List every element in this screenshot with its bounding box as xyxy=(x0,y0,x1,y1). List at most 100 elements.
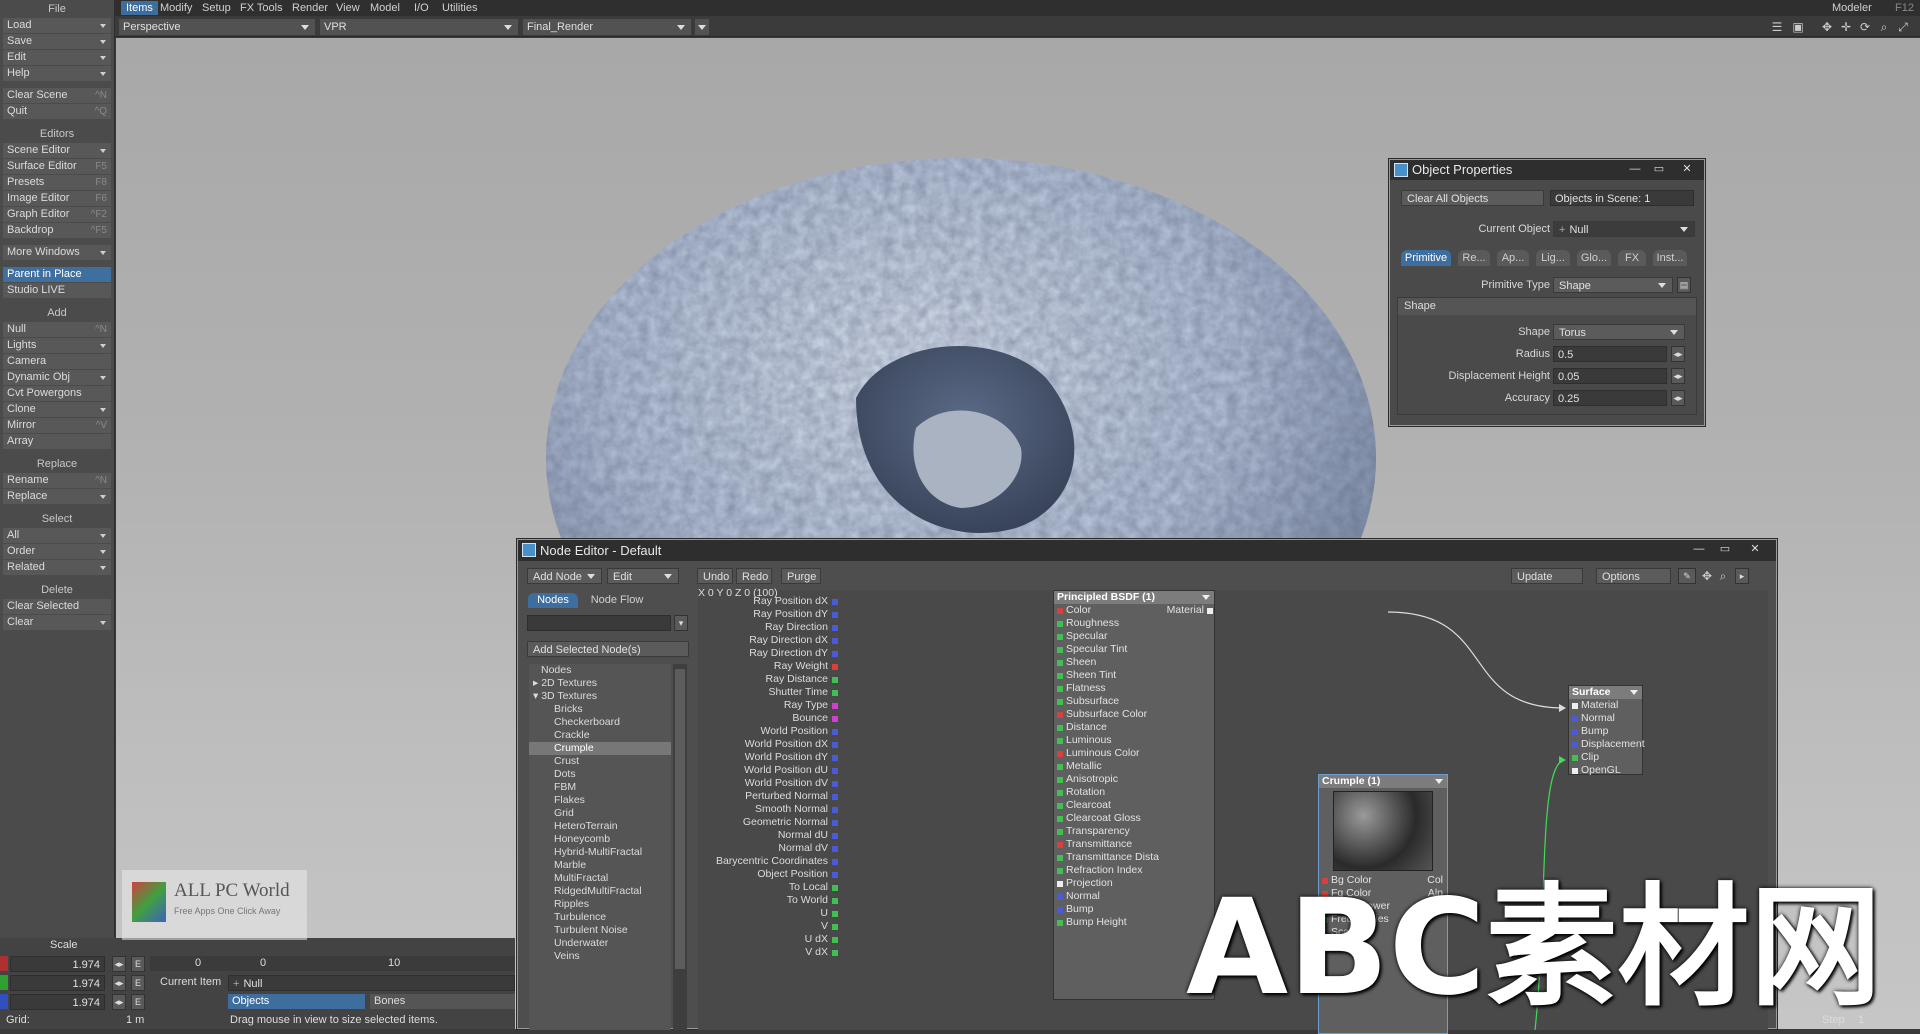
tab-node-flow[interactable]: Node Flow xyxy=(582,593,652,608)
add-node-button[interactable]: Add Node xyxy=(527,568,602,584)
accuracy-stepper[interactable]: ◂▸ xyxy=(1671,390,1685,406)
displacement-height-input[interactable]: 0.05 xyxy=(1553,368,1667,384)
sidebar-add-mirror-button[interactable]: Mirror ^V xyxy=(3,418,111,433)
tree-item[interactable]: FBM xyxy=(529,781,671,794)
sidebar-scene-clear-scene-button[interactable]: Clear Scene ^N xyxy=(3,88,111,103)
bsdf-input-row[interactable]: Subsurface xyxy=(1054,695,1214,708)
rotate-icon[interactable]: ⟳ xyxy=(1858,20,1872,34)
view-options-dropdown[interactable] xyxy=(695,19,709,35)
tab-primitive-properties[interactable]: Primitive xyxy=(1401,250,1451,266)
restore-icon[interactable]: ▭ xyxy=(1716,542,1734,556)
port-connector[interactable] xyxy=(1057,699,1063,705)
minimize-icon[interactable]: — xyxy=(1690,542,1708,556)
scale-x-input[interactable]: 1.974 xyxy=(10,956,105,972)
sidebar-delete-clear-button[interactable]: Clear xyxy=(3,615,111,630)
sidebar-add-cvt-powergons-button[interactable]: Cvt Powergons xyxy=(3,386,111,401)
object-properties-titlebar[interactable]: Object Properties — ▭ ✕ xyxy=(1390,160,1704,180)
port-connector[interactable] xyxy=(1572,742,1578,748)
tree-item[interactable]: Turbulence xyxy=(529,911,671,924)
tree-item[interactable]: Ripples xyxy=(529,898,671,911)
envelope-y-button[interactable]: E xyxy=(131,975,145,991)
redo-button[interactable]: Redo xyxy=(736,568,772,584)
displacement-height-stepper[interactable]: ◂▸ xyxy=(1671,368,1685,384)
sidebar-delete-clear-selected-button[interactable]: Clear Selected xyxy=(3,599,111,614)
tree-group[interactable]: ▾ 3D Textures xyxy=(529,690,671,703)
tree-item[interactable]: Hybrid-MultiFractal xyxy=(529,846,671,859)
tab-i-o[interactable]: I/O xyxy=(409,1,434,15)
sidebar-editors-presets-button[interactable]: Presets F8 xyxy=(3,175,111,190)
sidebar-add-clone-button[interactable]: Clone xyxy=(3,402,111,417)
tab-nodes[interactable]: Nodes xyxy=(528,593,578,608)
scale-y-input[interactable]: 1.974 xyxy=(10,975,105,991)
tab-items[interactable]: Items xyxy=(121,1,158,15)
radius-stepper[interactable]: ◂▸ xyxy=(1671,346,1685,362)
edit-menu-button[interactable]: Edit xyxy=(607,568,679,584)
tree-item[interactable]: RidgedMultiFractal xyxy=(529,885,671,898)
sidebar-select-related-button[interactable]: Related xyxy=(3,560,111,575)
shape-select[interactable]: Torus xyxy=(1553,324,1685,340)
port-connector[interactable] xyxy=(1057,855,1063,861)
scale-x-stepper[interactable]: ◂▸ xyxy=(112,956,126,972)
sidebar-select-all-button[interactable]: All xyxy=(3,528,111,543)
primitive-type-select[interactable]: Shape xyxy=(1553,277,1673,293)
sidebar-parent-studio-live-button[interactable]: Studio LIVE xyxy=(3,283,111,298)
tab-lig-properties[interactable]: Lig... xyxy=(1536,250,1570,266)
port-connector[interactable] xyxy=(1057,790,1063,796)
sidebar-file-edit-button[interactable]: Edit xyxy=(3,50,111,65)
sidebar-editors-scene-editor-button[interactable]: Scene Editor xyxy=(3,143,111,158)
sidebar-add-dynamic-obj-button[interactable]: Dynamic Obj xyxy=(3,370,111,385)
surface-input-row[interactable]: Material xyxy=(1569,699,1642,712)
port-connector[interactable] xyxy=(1057,777,1063,783)
pan-icon[interactable]: ✛ xyxy=(1839,20,1853,34)
tab-utilities[interactable]: Utilities xyxy=(437,1,482,15)
bsdf-input-row[interactable]: Flatness xyxy=(1054,682,1214,695)
tree-item[interactable]: Crackle xyxy=(529,729,671,742)
node-search-input[interactable] xyxy=(527,615,671,631)
envelope-x-button[interactable]: E xyxy=(131,956,145,972)
port-connector[interactable] xyxy=(1057,842,1063,848)
bones-mode-button[interactable]: Bones xyxy=(370,994,515,1009)
port-connector[interactable] xyxy=(1057,712,1063,718)
sidebar-file-help-button[interactable]: Help xyxy=(3,66,111,81)
bsdf-input-row[interactable]: Transmittance xyxy=(1054,838,1214,851)
tree-item[interactable]: Checkerboard xyxy=(529,716,671,729)
tab-fx-tools[interactable]: FX Tools xyxy=(235,1,288,15)
bsdf-input-row[interactable]: Anisotropic xyxy=(1054,773,1214,786)
minimize-icon[interactable]: — xyxy=(1626,162,1644,176)
port-connector[interactable] xyxy=(1057,829,1063,835)
close-icon[interactable]: ✕ xyxy=(1746,542,1764,556)
bsdf-input-row[interactable]: Sheen Tint xyxy=(1054,669,1214,682)
node-editor-titlebar[interactable]: Node Editor - Default — ▭ ✕ xyxy=(518,540,1776,561)
sidebar-add-camera-button[interactable]: Camera xyxy=(3,354,111,369)
tree-group[interactable]: ▸ 2D Textures xyxy=(529,677,671,690)
surface-node[interactable]: Surface Material Normal Bump Displacement Cl… xyxy=(1568,685,1645,776)
update-button[interactable]: Update xyxy=(1511,568,1583,584)
close-icon[interactable]: ✕ xyxy=(1678,162,1696,176)
bsdf-input-row[interactable]: Metallic xyxy=(1054,760,1214,773)
bsdf-input-row[interactable]: Transparency xyxy=(1054,825,1214,838)
port-connector[interactable] xyxy=(1057,868,1063,874)
options-button[interactable]: Options xyxy=(1596,568,1671,584)
surface-node-header[interactable]: Surface xyxy=(1569,686,1642,699)
current-item-select[interactable]: + Null xyxy=(228,975,515,991)
surface-input-row[interactable]: Bump xyxy=(1569,725,1642,738)
tree-item[interactable]: Veins xyxy=(529,950,671,963)
sidebar-editors-backdrop-button[interactable]: Backdrop ^F5 xyxy=(3,223,111,238)
envelope-z-button[interactable]: E xyxy=(131,994,145,1010)
tab-re-properties[interactable]: Re... xyxy=(1458,250,1490,266)
tree-item[interactable]: Flakes xyxy=(529,794,671,807)
brush-icon[interactable]: ✎ xyxy=(1678,568,1696,584)
zoom-icon[interactable]: ⌕ xyxy=(1877,20,1891,34)
scale-z-stepper[interactable]: ◂▸ xyxy=(112,994,126,1010)
surface-input-row[interactable]: Displacement xyxy=(1569,738,1645,751)
surface-input-row[interactable]: Clip xyxy=(1569,751,1642,764)
tree-item[interactable]: Bricks xyxy=(529,703,671,716)
sidebar-add-null-button[interactable]: Null ^N xyxy=(3,322,111,337)
port-connector[interactable] xyxy=(1057,647,1063,653)
tree-item[interactable]: Turbulent Noise xyxy=(529,924,671,937)
maximize-icon[interactable]: ⤢ xyxy=(1896,20,1910,34)
restore-icon[interactable]: ▭ xyxy=(1650,162,1668,176)
port-connector[interactable] xyxy=(1057,881,1063,887)
bsdf-input-row[interactable]: Subsurface Color xyxy=(1054,708,1214,721)
bsdf-input-row[interactable]: Color Material xyxy=(1054,604,1214,617)
